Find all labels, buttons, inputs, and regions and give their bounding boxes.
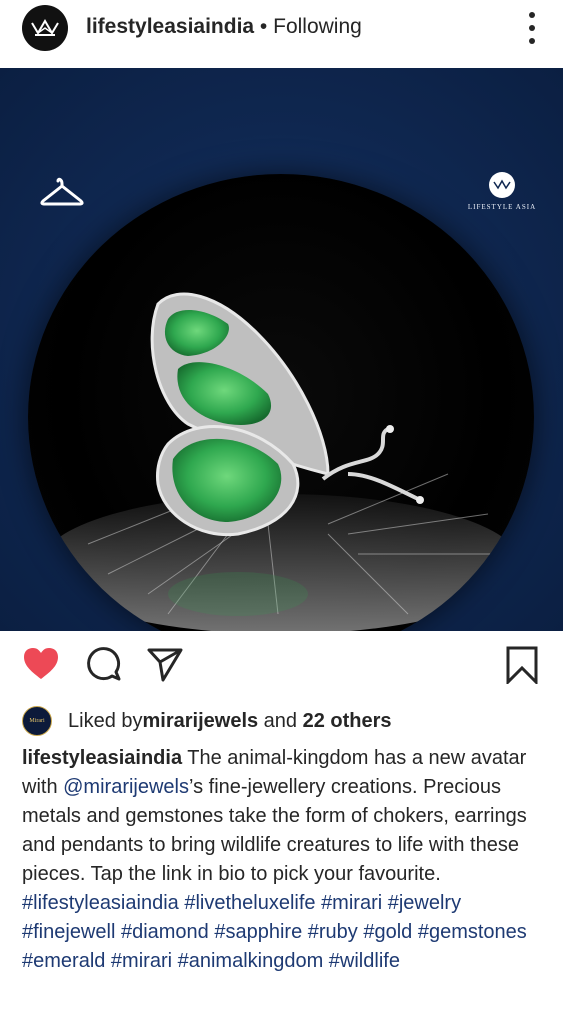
header-text: lifestyleasiaindia • Following (86, 15, 362, 39)
black-disc (28, 174, 534, 631)
follow-status[interactable]: Following (273, 15, 362, 38)
action-bar (0, 640, 563, 694)
post-caption: lifestyleasiaindia The animal-kingdom ha… (22, 744, 547, 976)
bookmark-icon[interactable] (505, 646, 539, 684)
header-username[interactable]: lifestyleasiaindia (86, 15, 254, 38)
post-image[interactable]: LIFESTYLE ASIA (0, 68, 563, 631)
crown-logo-icon (31, 19, 59, 36)
liker-avatar[interactable]: Mirari (22, 706, 52, 736)
post-header: lifestyleasiaindia • Following (0, 0, 563, 66)
brand-crown-icon (489, 172, 515, 198)
header-separator: • (254, 15, 274, 38)
liked-by-prefix: Liked by (68, 709, 143, 732)
liked-by-and: and (258, 709, 303, 732)
caption-mention[interactable]: @mirarijewels (63, 776, 189, 798)
butterfly-brooch-illustration (41, 292, 521, 631)
caption-username[interactable]: lifestyleasiaindia (22, 747, 182, 769)
profile-avatar[interactable] (22, 5, 68, 51)
share-icon[interactable] (147, 646, 183, 682)
brand-name: LIFESTYLE ASIA (467, 203, 537, 211)
caption-hashtags[interactable]: #lifestyleasiaindia #livetheluxelife #mi… (22, 889, 547, 976)
liked-by-user[interactable]: mirarijewels (143, 710, 259, 733)
comment-icon[interactable] (86, 646, 122, 682)
heart-icon[interactable] (22, 646, 60, 682)
more-options-icon[interactable] (527, 12, 537, 44)
liked-by-others[interactable]: 22 others (303, 710, 392, 733)
hanger-icon (40, 177, 84, 206)
liked-by-row: Mirari Liked by mirarijewels and 22 othe… (22, 706, 392, 736)
brand-watermark: LIFESTYLE ASIA (466, 172, 538, 211)
